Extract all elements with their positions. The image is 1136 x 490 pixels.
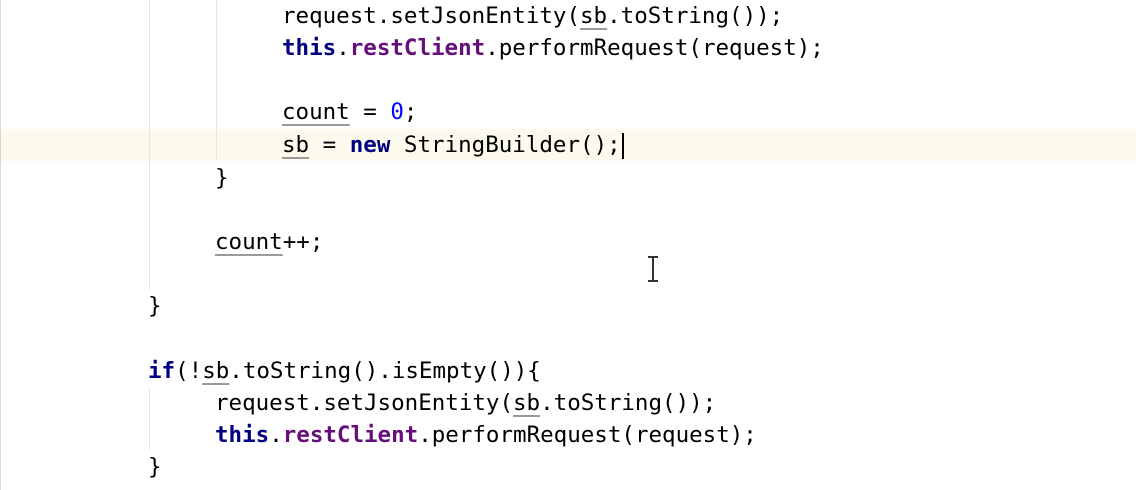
- code-token: .performRequest(request);: [418, 422, 757, 448]
- code-token: }: [215, 165, 229, 191]
- code-token: request.setJsonEntity(: [282, 3, 581, 29]
- code-token: .toString());: [540, 390, 717, 416]
- code-line[interactable]: request.setJsonEntity(sb.toString());: [282, 0, 783, 32]
- code-token: .toString());: [607, 3, 784, 29]
- code-line[interactable]: sb = new StringBuilder();: [282, 129, 624, 161]
- text-cursor-icon: [648, 256, 658, 282]
- code-token: sb: [580, 3, 608, 29]
- code-token: ;: [403, 99, 418, 125]
- code-token: this: [215, 422, 270, 448]
- code-editor[interactable]: request.setJsonEntity(sb.toString()); thi…: [0, 0, 1136, 490]
- code-token: .: [269, 422, 283, 448]
- code-line[interactable]: }: [148, 451, 162, 483]
- code-token: .performRequest(request);: [485, 35, 824, 61]
- code-token: (!: [175, 358, 203, 384]
- code-token: .toString().isEmpty()){: [229, 358, 541, 384]
- code-token: }: [148, 454, 162, 480]
- code-token: restClient: [349, 35, 486, 61]
- code-line[interactable]: this.restClient.performRequest(request);: [215, 419, 757, 451]
- indent-guide-inner: [216, 0, 217, 160]
- code-token: new: [349, 132, 391, 158]
- code-token: count: [282, 99, 350, 125]
- code-token: =: [349, 99, 391, 125]
- code-token: =: [309, 132, 350, 158]
- code-line[interactable]: request.setJsonEntity(sb.toString());: [215, 387, 716, 419]
- code-line[interactable]: count = 0;: [282, 96, 417, 128]
- indent-guide-outer: [149, 0, 150, 290]
- code-token: request.setJsonEntity(: [215, 390, 514, 416]
- code-line[interactable]: count++;: [215, 226, 323, 258]
- code-token: sb: [513, 390, 541, 416]
- code-token: .: [336, 35, 350, 61]
- code-token: sb: [282, 132, 310, 158]
- code-token: if: [148, 358, 176, 384]
- indent-guide-if-block: [149, 388, 150, 450]
- code-token: }: [148, 293, 162, 319]
- code-token: ++;: [282, 229, 324, 255]
- code-line[interactable]: this.restClient.performRequest(request);: [282, 32, 824, 64]
- gutter-border: [0, 0, 1, 490]
- text-caret: [621, 132, 624, 159]
- code-line[interactable]: }: [215, 162, 229, 194]
- code-token: this: [282, 35, 337, 61]
- code-token: count: [215, 229, 283, 255]
- code-token: sb: [202, 358, 230, 384]
- code-line[interactable]: if(!sb.toString().isEmpty()){: [148, 355, 541, 387]
- code-token: StringBuilder();: [390, 132, 621, 158]
- code-token: 0: [390, 99, 404, 125]
- code-token: restClient: [282, 422, 419, 448]
- code-line[interactable]: }: [148, 290, 162, 322]
